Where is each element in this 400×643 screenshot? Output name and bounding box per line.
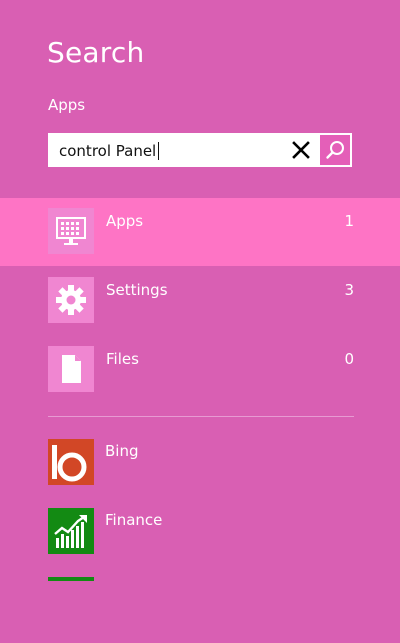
- app-tile-bing: [48, 439, 94, 485]
- gear-icon: [56, 285, 86, 315]
- app-item-partial[interactable]: [0, 577, 400, 643]
- category-settings-tile: [48, 277, 94, 323]
- app-tile-finance: [48, 508, 94, 554]
- app-label: Finance: [105, 511, 163, 529]
- category-files[interactable]: Files 0: [0, 336, 400, 404]
- bing-logo-icon: [52, 445, 87, 482]
- category-apps[interactable]: Apps 1: [0, 198, 400, 266]
- document-icon: [62, 355, 81, 383]
- app-item-finance[interactable]: Finance: [0, 508, 400, 574]
- category-label: Files: [106, 350, 139, 368]
- category-apps-tile: [48, 208, 94, 254]
- category-count: 0: [344, 350, 354, 368]
- category-count: 3: [344, 281, 354, 299]
- app-label: Bing: [105, 442, 139, 460]
- divider: [48, 416, 354, 417]
- app-tile-partial: [48, 577, 94, 581]
- app-item-bing[interactable]: Bing: [0, 439, 400, 505]
- category-count: 1: [344, 212, 354, 230]
- category-files-tile: [48, 346, 94, 392]
- category-label: Apps: [106, 212, 144, 230]
- monitor-grid-icon: [56, 217, 86, 245]
- category-settings[interactable]: Settings 3: [0, 267, 400, 335]
- category-label: Settings: [106, 281, 168, 299]
- finance-chart-icon: [54, 515, 87, 548]
